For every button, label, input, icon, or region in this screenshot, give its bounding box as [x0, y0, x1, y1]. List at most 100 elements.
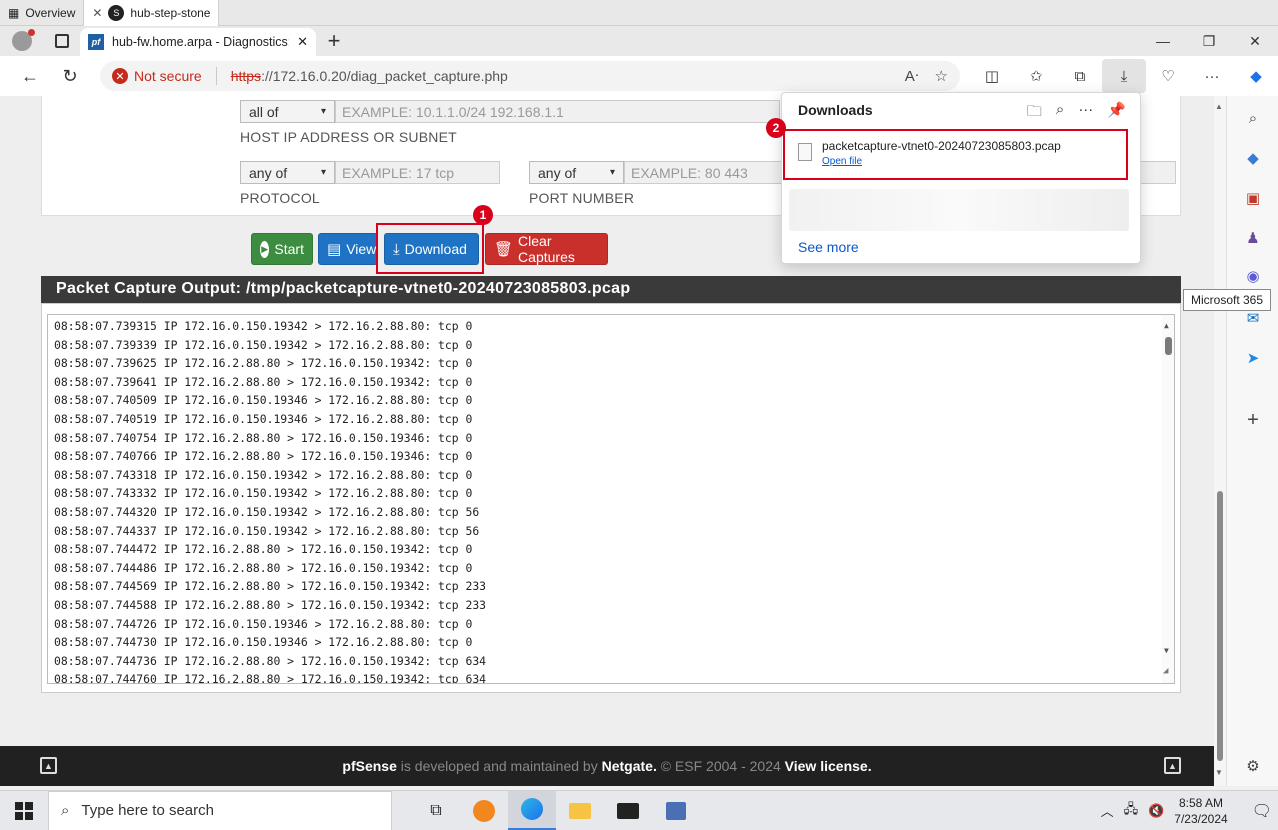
chevron-up-icon[interactable]: ︿: [1101, 801, 1114, 820]
more-menu-icon[interactable]: ···: [1190, 59, 1234, 93]
close-icon[interactable]: ✕: [92, 6, 102, 20]
favorites-icon[interactable]: ✩: [1014, 59, 1058, 93]
app-icon-orange[interactable]: [460, 791, 508, 830]
protocol-match-select[interactable]: any of ▾: [240, 161, 335, 184]
scroll-up-icon[interactable]: ▲: [1215, 102, 1223, 111]
network-app-icon[interactable]: [652, 791, 700, 830]
search-icon[interactable]: ⌕: [1241, 106, 1265, 130]
add-sidebar-app-icon[interactable]: +: [1241, 408, 1265, 432]
scroll-down-icon[interactable]: ▼: [1215, 768, 1223, 777]
shopping-tag-icon[interactable]: ◆: [1241, 146, 1265, 170]
host-tab-overview[interactable]: ▦ Overview: [0, 0, 85, 26]
address-toolbar: ← ↻ ✕ Not secure https://172.16.0.20/dia…: [0, 56, 1278, 96]
output-line: 08:58:07.739339 IP 172.16.0.150.19342 > …: [54, 337, 473, 352]
see-more-link[interactable]: See more: [798, 239, 859, 255]
taskbar-search[interactable]: ⌕ Type here to search: [48, 790, 392, 830]
settings-gear-icon[interactable]: ⚙: [1241, 754, 1265, 778]
output-scrollbar[interactable]: ▲ ▼ ◢: [1162, 315, 1174, 683]
refresh-button[interactable]: ↻: [50, 56, 90, 96]
footer-top-icon[interactable]: ▲: [1164, 757, 1181, 774]
more-options-icon[interactable]: ···: [1078, 101, 1093, 126]
folder-icon[interactable]: 🗀: [1027, 101, 1042, 126]
clock[interactable]: 8:58 AM 7/23/2024: [1174, 795, 1227, 827]
output-line: 08:58:07.744486 IP 172.16.2.88.80 > 172.…: [54, 560, 473, 575]
footer-brand: pfSense: [342, 758, 397, 774]
games-icon[interactable]: ♟: [1241, 226, 1265, 250]
output-scroll-thumb[interactable]: [1165, 337, 1172, 355]
search-icon[interactable]: ⌕: [1056, 101, 1064, 126]
view-button[interactable]: ▤ View: [318, 233, 378, 265]
scroll-down-icon[interactable]: ▼: [1164, 642, 1169, 661]
tab-actions-button[interactable]: [44, 26, 80, 56]
close-tab-icon[interactable]: ✕: [297, 34, 308, 50]
clock-time: 8:58 AM: [1178, 795, 1223, 810]
address-bar[interactable]: ✕ Not secure https://172.16.0.20/diag_pa…: [100, 61, 960, 91]
browser-tab-title: hub-fw.home.arpa - Diagnostics:: [112, 35, 290, 49]
collections-icon[interactable]: ⧉: [1058, 59, 1102, 93]
view-license-link[interactable]: View license.: [785, 758, 872, 774]
microsoft-365-icon[interactable]: ◉: [1241, 264, 1265, 288]
start-button-label: Start: [274, 241, 304, 257]
grid-icon: ▦: [8, 5, 20, 20]
favorite-star-icon[interactable]: ☆: [935, 67, 948, 85]
resize-grip-icon[interactable]: ◢: [1163, 662, 1168, 681]
output-line: 08:58:07.744472 IP 172.16.2.88.80 > 172.…: [54, 542, 473, 557]
pin-icon[interactable]: 📌: [1107, 101, 1126, 126]
output-line: 08:58:07.744588 IP 172.16.2.88.80 > 172.…: [54, 597, 487, 612]
document-icon: ▤: [327, 241, 342, 258]
read-aloud-icon[interactable]: Aᐧ: [905, 67, 919, 85]
back-button[interactable]: ←: [10, 56, 50, 96]
scroll-up-icon[interactable]: ▲: [1164, 317, 1169, 336]
warning-icon: ✕: [112, 68, 128, 84]
host-tab-label: hub-step-stone: [130, 5, 211, 20]
volume-muted-icon[interactable]: 🔇: [1148, 803, 1164, 819]
blurred-download-item: [789, 189, 1129, 231]
clock-date: 7/23/2024: [1174, 811, 1228, 826]
url-text[interactable]: https://172.16.0.20/diag_packet_capture.…: [231, 68, 508, 84]
split-screen-icon[interactable]: ◫: [970, 59, 1014, 93]
host-tab-hub-step-stone[interactable]: ✕ S hub-step-stone: [84, 0, 220, 26]
terminal-icon[interactable]: [604, 791, 652, 830]
browser-tab-active[interactable]: pf hub-fw.home.arpa - Diagnostics: ✕: [80, 28, 316, 56]
tools-briefcase-icon[interactable]: ▣: [1241, 186, 1265, 210]
restore-button[interactable]: ❐: [1186, 26, 1232, 56]
port-match-select[interactable]: any of ▾: [529, 161, 624, 184]
capture-output-textarea[interactable]: 08:58:07.739315 IP 172.16.0.150.19342 > …: [47, 314, 1175, 684]
protocol-input[interactable]: EXAMPLE: 17 tcp: [335, 161, 500, 184]
start-button[interactable]: [0, 791, 48, 830]
microsoft-365-tooltip: Microsoft 365: [1183, 289, 1271, 311]
minimize-button[interactable]: —: [1140, 26, 1186, 56]
downloads-icon[interactable]: ⤓: [1102, 59, 1146, 93]
host-address-input[interactable]: EXAMPLE: 10.1.1.0/24 192.168.1.1: [335, 100, 780, 123]
footer-text: pfSense is developed and maintained by N…: [342, 758, 871, 774]
host-match-select[interactable]: all of ▾: [240, 100, 335, 123]
footer-expand-icon[interactable]: ▲: [40, 757, 57, 774]
profile-avatar-icon: [12, 29, 35, 51]
output-line: 08:58:07.744569 IP 172.16.2.88.80 > 172.…: [54, 579, 487, 594]
task-view-icon[interactable]: ⧉: [412, 791, 460, 830]
windows-taskbar: ⌕ Type here to search ⧉ ︿ 🖧 🔇 8:58 AM 7/…: [0, 790, 1278, 830]
telegram-icon[interactable]: ➤: [1241, 346, 1265, 370]
port-match-value: any of: [538, 164, 577, 181]
highlight-box-download: [376, 223, 484, 274]
profile-button[interactable]: [0, 26, 44, 56]
output-panel-header: Packet Capture Output: /tmp/packetcaptur…: [41, 276, 1181, 303]
file-explorer-icon[interactable]: [556, 791, 604, 830]
page-scroll-thumb[interactable]: [1217, 491, 1223, 761]
page-scrollbar[interactable]: ▲ ▼: [1214, 96, 1226, 786]
copilot-icon[interactable]: ◆: [1234, 59, 1278, 93]
network-icon[interactable]: 🖧: [1124, 800, 1139, 822]
highlight-box-download-item: [783, 129, 1128, 180]
close-window-button[interactable]: ✕: [1232, 26, 1278, 56]
clear-captures-button[interactable]: 🗑 Clear Captures: [485, 233, 608, 265]
protocol-match-value: any of: [249, 164, 288, 181]
edge-taskbar-icon[interactable]: [508, 790, 556, 830]
new-tab-button[interactable]: +: [316, 26, 352, 56]
view-button-label: View: [346, 241, 377, 257]
security-indicator[interactable]: ✕ Not secure: [112, 68, 202, 84]
browser-essentials-icon[interactable]: ♡: [1146, 59, 1190, 93]
notifications-icon[interactable]: 🗨: [1252, 801, 1272, 821]
footer-company-link[interactable]: Netgate.: [602, 758, 657, 774]
pfsense-footer: ▲ pfSense is developed and maintained by…: [0, 746, 1214, 786]
start-button[interactable]: ▶ Start: [251, 233, 313, 265]
